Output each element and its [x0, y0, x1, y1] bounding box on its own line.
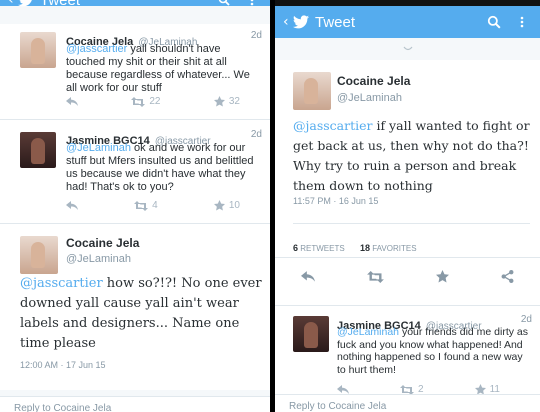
retweet-button[interactable] [367, 268, 384, 287]
overflow-menu-icon[interactable] [512, 12, 532, 32]
tweet-timestamp: 12:00 AM · 17 Jun 15 [20, 360, 106, 370]
reply-input[interactable]: Reply to Cocaine Jela [0, 396, 270, 412]
tweet-text: @jasscartier if yall wanted to fight or … [293, 118, 530, 193]
author-name[interactable]: Cocaine Jela [337, 74, 410, 88]
retweet-icon [131, 96, 146, 107]
retweet-count: 4 [152, 200, 158, 211]
author-handle[interactable]: @JeLaminah [66, 253, 131, 265]
favorite-count: 32 [228, 96, 240, 107]
avatar[interactable] [293, 72, 331, 110]
avatar[interactable] [20, 236, 58, 274]
tweet-card[interactable]: Jasmine BGC14 @jasscartier 2d @JeLaminah… [0, 120, 270, 224]
retweets-stat[interactable]: 6 RETWEETS [293, 243, 345, 253]
share-icon [501, 270, 514, 283]
tweet-card[interactable]: Cocaine Jela @JeLaminah 2d @jasscartier … [0, 24, 270, 120]
reply-button[interactable] [66, 200, 78, 211]
favorite-button[interactable] [436, 268, 449, 287]
tweet-time: 2d [250, 129, 262, 140]
share-button[interactable] [501, 268, 514, 287]
favorites-stat[interactable]: 18 FAVORITES [360, 243, 417, 253]
reply-icon [337, 384, 349, 394]
mention-link[interactable]: @JeLaminah [337, 326, 399, 338]
twitter-bird-icon [293, 15, 309, 29]
back-arrow-icon[interactable]: ‹ [8, 0, 18, 8]
mention-link[interactable]: @jasscartier [66, 43, 127, 55]
loading-spinner [275, 38, 540, 60]
mention-link[interactable]: @JeLaminah [66, 142, 131, 154]
app-bar: ‹ Tweet [275, 6, 540, 38]
reply-button[interactable] [301, 268, 315, 287]
app-bar: ‹ Tweet [0, 0, 270, 9]
search-icon[interactable] [484, 12, 504, 32]
reply-button[interactable] [337, 384, 349, 395]
tweet-time: 2d [520, 314, 532, 325]
retweet-icon [367, 271, 384, 283]
favorite-count: 10 [228, 200, 240, 211]
retweet-count: 22 [149, 96, 161, 107]
tweet-actions: 22 32 [66, 96, 240, 107]
left-screen: ‹ Tweet Cocaine Jela @JeLaminah 2d @jass… [0, 0, 270, 412]
author-handle[interactable]: @JeLaminah [337, 92, 402, 104]
star-icon [436, 270, 449, 283]
favorite-button[interactable]: 32 [213, 96, 240, 107]
reply-icon [66, 96, 78, 106]
back-arrow-icon[interactable]: ‹ [283, 14, 293, 30]
retweet-icon [134, 200, 149, 211]
retweet-button[interactable]: 4 [134, 200, 158, 211]
mention-link[interactable]: @jasscartier [20, 276, 103, 291]
tweet-action-bar [275, 257, 540, 297]
search-icon[interactable] [214, 0, 234, 10]
focused-tweet: Cocaine Jela @JeLaminah @jasscartier how… [0, 224, 270, 390]
tweet-text: @jasscartier yall shouldn't have touched… [66, 43, 250, 94]
tweet-timestamp: 11:57 PM · 16 Jun 15 [293, 196, 379, 206]
star-icon [213, 200, 225, 211]
avatar[interactable] [20, 132, 56, 168]
retweet-icon [400, 384, 415, 395]
tweet-text: @jasscartier how so?!?! No one ever down… [20, 276, 262, 351]
twitter-bird-icon [18, 0, 32, 7]
star-icon [213, 96, 225, 107]
tweet-time: 2d [250, 30, 262, 41]
focused-tweet: Cocaine Jela @JeLaminah @jasscartier if … [275, 60, 540, 306]
tweet-stats: 6 RETWEETS 18 FAVORITES [293, 223, 530, 255]
tweet-card[interactable]: Jasmine BGC14 @jasscartier 2d @JeLaminah… [275, 306, 540, 406]
retweet-button[interactable]: 22 [131, 96, 161, 107]
reply-icon [301, 271, 315, 282]
right-screen: ‹ Tweet Cocaine Jela @JeLaminah @jasscar… [275, 0, 540, 412]
author-name[interactable]: Cocaine Jela [66, 236, 139, 250]
avatar[interactable] [293, 316, 329, 352]
favorite-button[interactable]: 10 [213, 200, 240, 211]
app-title: Tweet [40, 0, 81, 9]
reply-button[interactable] [66, 96, 78, 107]
tweet-actions: 4 10 [66, 200, 240, 211]
reply-input[interactable]: Reply to Cocaine Jela [275, 394, 540, 412]
app-title: Tweet [315, 13, 356, 31]
tweet-text: @JeLaminah your friends did me dirty as … [337, 326, 528, 376]
tweet-text: @JeLaminah ok and we work for our stuff … [66, 142, 254, 193]
overflow-menu-icon[interactable] [242, 0, 262, 10]
mention-link[interactable]: @jasscartier [293, 118, 372, 133]
reply-icon [66, 200, 78, 210]
avatar[interactable] [20, 32, 56, 68]
